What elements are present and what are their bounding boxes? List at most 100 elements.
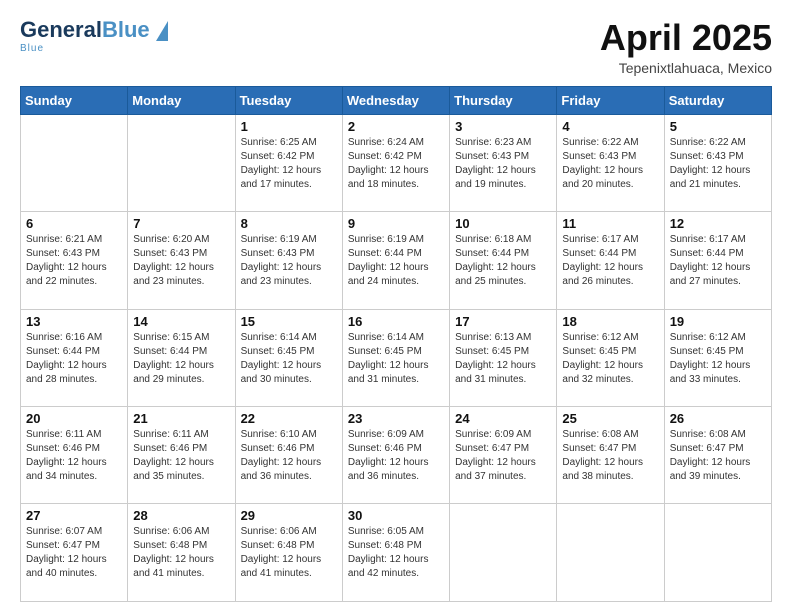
sunrise-text: Sunrise: 6:22 AMSunset: 6:43 PMDaylight:… <box>670 137 751 190</box>
page: GeneralBlue Blue April 2025 Tepenixtlahu… <box>0 0 792 612</box>
day-number: 8 <box>241 216 337 231</box>
day-number: 13 <box>26 314 122 329</box>
table-cell: 24 Sunrise: 6:09 AMSunset: 6:47 PMDaylig… <box>450 407 557 504</box>
sunrise-text: Sunrise: 6:24 AMSunset: 6:42 PMDaylight:… <box>348 137 429 190</box>
sunrise-text: Sunrise: 6:20 AMSunset: 6:43 PMDaylight:… <box>133 234 214 287</box>
calendar-week-row: 20 Sunrise: 6:11 AMSunset: 6:46 PMDaylig… <box>21 407 772 504</box>
table-cell: 2 Sunrise: 6:24 AMSunset: 6:42 PMDayligh… <box>342 114 449 211</box>
table-cell: 10 Sunrise: 6:18 AMSunset: 6:44 PMDaylig… <box>450 212 557 309</box>
table-cell: 1 Sunrise: 6:25 AMSunset: 6:42 PMDayligh… <box>235 114 342 211</box>
table-cell: 11 Sunrise: 6:17 AMSunset: 6:44 PMDaylig… <box>557 212 664 309</box>
table-cell <box>450 504 557 602</box>
day-number: 28 <box>133 508 229 523</box>
sunrise-text: Sunrise: 6:10 AMSunset: 6:46 PMDaylight:… <box>241 429 322 482</box>
day-number: 12 <box>670 216 766 231</box>
day-number: 23 <box>348 411 444 426</box>
day-number: 15 <box>241 314 337 329</box>
table-cell: 29 Sunrise: 6:06 AMSunset: 6:48 PMDaylig… <box>235 504 342 602</box>
calendar-week-row: 27 Sunrise: 6:07 AMSunset: 6:47 PMDaylig… <box>21 504 772 602</box>
day-number: 10 <box>455 216 551 231</box>
main-title: April 2025 <box>600 18 772 58</box>
table-cell: 3 Sunrise: 6:23 AMSunset: 6:43 PMDayligh… <box>450 114 557 211</box>
col-sunday: Sunday <box>21 86 128 114</box>
table-cell: 20 Sunrise: 6:11 AMSunset: 6:46 PMDaylig… <box>21 407 128 504</box>
table-cell: 28 Sunrise: 6:06 AMSunset: 6:48 PMDaylig… <box>128 504 235 602</box>
day-number: 21 <box>133 411 229 426</box>
sunrise-text: Sunrise: 6:17 AMSunset: 6:44 PMDaylight:… <box>670 234 751 287</box>
table-cell <box>128 114 235 211</box>
col-tuesday: Tuesday <box>235 86 342 114</box>
day-number: 3 <box>455 119 551 134</box>
day-number: 14 <box>133 314 229 329</box>
table-cell: 15 Sunrise: 6:14 AMSunset: 6:45 PMDaylig… <box>235 309 342 406</box>
table-cell: 26 Sunrise: 6:08 AMSunset: 6:47 PMDaylig… <box>664 407 771 504</box>
sunrise-text: Sunrise: 6:13 AMSunset: 6:45 PMDaylight:… <box>455 332 536 385</box>
sunrise-text: Sunrise: 6:08 AMSunset: 6:47 PMDaylight:… <box>562 429 643 482</box>
table-cell <box>664 504 771 602</box>
col-wednesday: Wednesday <box>342 86 449 114</box>
day-number: 20 <box>26 411 122 426</box>
sunrise-text: Sunrise: 6:11 AMSunset: 6:46 PMDaylight:… <box>26 429 107 482</box>
table-cell: 14 Sunrise: 6:15 AMSunset: 6:44 PMDaylig… <box>128 309 235 406</box>
sunrise-text: Sunrise: 6:22 AMSunset: 6:43 PMDaylight:… <box>562 137 643 190</box>
table-cell: 6 Sunrise: 6:21 AMSunset: 6:43 PMDayligh… <box>21 212 128 309</box>
sunrise-text: Sunrise: 6:11 AMSunset: 6:46 PMDaylight:… <box>133 429 214 482</box>
sunrise-text: Sunrise: 6:16 AMSunset: 6:44 PMDaylight:… <box>26 332 107 385</box>
sunrise-text: Sunrise: 6:06 AMSunset: 6:48 PMDaylight:… <box>241 526 322 579</box>
sunrise-text: Sunrise: 6:09 AMSunset: 6:46 PMDaylight:… <box>348 429 429 482</box>
logo: GeneralBlue Blue <box>20 18 168 54</box>
day-number: 11 <box>562 216 658 231</box>
calendar-week-row: 6 Sunrise: 6:21 AMSunset: 6:43 PMDayligh… <box>21 212 772 309</box>
table-cell: 27 Sunrise: 6:07 AMSunset: 6:47 PMDaylig… <box>21 504 128 602</box>
col-saturday: Saturday <box>664 86 771 114</box>
sunrise-text: Sunrise: 6:14 AMSunset: 6:45 PMDaylight:… <box>241 332 322 385</box>
day-number: 22 <box>241 411 337 426</box>
day-number: 30 <box>348 508 444 523</box>
sunrise-text: Sunrise: 6:19 AMSunset: 6:43 PMDaylight:… <box>241 234 322 287</box>
day-number: 4 <box>562 119 658 134</box>
day-number: 26 <box>670 411 766 426</box>
table-cell: 8 Sunrise: 6:19 AMSunset: 6:43 PMDayligh… <box>235 212 342 309</box>
sunrise-text: Sunrise: 6:25 AMSunset: 6:42 PMDaylight:… <box>241 137 322 190</box>
table-cell: 30 Sunrise: 6:05 AMSunset: 6:48 PMDaylig… <box>342 504 449 602</box>
day-number: 27 <box>26 508 122 523</box>
sunrise-text: Sunrise: 6:12 AMSunset: 6:45 PMDaylight:… <box>670 332 751 385</box>
day-number: 6 <box>26 216 122 231</box>
calendar-header-row: Sunday Monday Tuesday Wednesday Thursday… <box>21 86 772 114</box>
sunrise-text: Sunrise: 6:15 AMSunset: 6:44 PMDaylight:… <box>133 332 214 385</box>
table-cell: 19 Sunrise: 6:12 AMSunset: 6:45 PMDaylig… <box>664 309 771 406</box>
day-number: 29 <box>241 508 337 523</box>
table-cell: 16 Sunrise: 6:14 AMSunset: 6:45 PMDaylig… <box>342 309 449 406</box>
sunrise-text: Sunrise: 6:17 AMSunset: 6:44 PMDaylight:… <box>562 234 643 287</box>
table-cell: 21 Sunrise: 6:11 AMSunset: 6:46 PMDaylig… <box>128 407 235 504</box>
sunrise-text: Sunrise: 6:23 AMSunset: 6:43 PMDaylight:… <box>455 137 536 190</box>
sunrise-text: Sunrise: 6:19 AMSunset: 6:44 PMDaylight:… <box>348 234 429 287</box>
sunrise-text: Sunrise: 6:05 AMSunset: 6:48 PMDaylight:… <box>348 526 429 579</box>
day-number: 5 <box>670 119 766 134</box>
day-number: 7 <box>133 216 229 231</box>
day-number: 16 <box>348 314 444 329</box>
table-cell <box>557 504 664 602</box>
table-cell: 9 Sunrise: 6:19 AMSunset: 6:44 PMDayligh… <box>342 212 449 309</box>
table-cell: 25 Sunrise: 6:08 AMSunset: 6:47 PMDaylig… <box>557 407 664 504</box>
calendar-week-row: 1 Sunrise: 6:25 AMSunset: 6:42 PMDayligh… <box>21 114 772 211</box>
sunrise-text: Sunrise: 6:14 AMSunset: 6:45 PMDaylight:… <box>348 332 429 385</box>
col-monday: Monday <box>128 86 235 114</box>
col-friday: Friday <box>557 86 664 114</box>
table-cell: 7 Sunrise: 6:20 AMSunset: 6:43 PMDayligh… <box>128 212 235 309</box>
table-cell: 17 Sunrise: 6:13 AMSunset: 6:45 PMDaylig… <box>450 309 557 406</box>
table-cell: 4 Sunrise: 6:22 AMSunset: 6:43 PMDayligh… <box>557 114 664 211</box>
logo-tagline: Blue <box>20 43 44 54</box>
title-block: April 2025 Tepenixtlahuaca, Mexico <box>600 18 772 76</box>
sunrise-text: Sunrise: 6:08 AMSunset: 6:47 PMDaylight:… <box>670 429 751 482</box>
day-number: 1 <box>241 119 337 134</box>
day-number: 25 <box>562 411 658 426</box>
sunrise-text: Sunrise: 6:21 AMSunset: 6:43 PMDaylight:… <box>26 234 107 287</box>
table-cell: 13 Sunrise: 6:16 AMSunset: 6:44 PMDaylig… <box>21 309 128 406</box>
day-number: 2 <box>348 119 444 134</box>
sunrise-text: Sunrise: 6:09 AMSunset: 6:47 PMDaylight:… <box>455 429 536 482</box>
table-cell <box>21 114 128 211</box>
day-number: 17 <box>455 314 551 329</box>
subtitle: Tepenixtlahuaca, Mexico <box>600 60 772 76</box>
col-thursday: Thursday <box>450 86 557 114</box>
